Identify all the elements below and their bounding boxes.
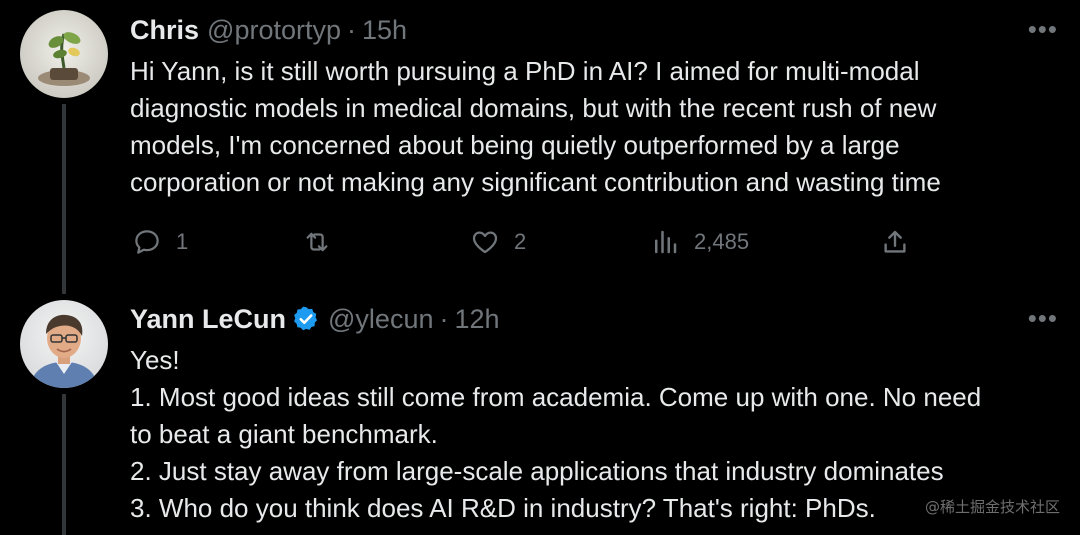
views-icon	[655, 230, 677, 254]
author-handle[interactable]: @ylecun	[328, 304, 433, 335]
tweet-text: Yes! 1. Most good ideas still come from …	[130, 345, 982, 523]
separator-dot: ·	[439, 303, 449, 334]
avatar-plant-image	[20, 10, 108, 98]
reply-icon	[135, 230, 159, 254]
tweet-actions: 1 2 2,485	[132, 222, 912, 262]
author-name[interactable]: Yann LeCun	[130, 304, 286, 335]
tweet-timestamp[interactable]: 12h	[454, 304, 499, 335]
author-handle[interactable]: @protortyp	[207, 15, 341, 46]
share-icon	[884, 230, 906, 253]
tweet-thread: Chris @protortyp · 15h ••• Hi Yann, is i…	[0, 0, 1080, 535]
more-options-icon[interactable]: •••	[1028, 303, 1058, 334]
reply-count: 1	[176, 229, 189, 254]
thread-connector	[62, 104, 66, 294]
watermark: @稀土掘金技术社区	[924, 498, 1060, 516]
thread-connector	[62, 394, 66, 535]
avatar-person-image	[20, 300, 108, 388]
tweet-timestamp[interactable]: 15h	[362, 15, 407, 46]
share-button[interactable]	[880, 222, 910, 262]
tweet-header: Yann LeCun @ylecun · 12h	[130, 301, 500, 337]
like-count: 2	[514, 229, 527, 254]
like-button[interactable]: 2	[470, 222, 526, 262]
retweet-icon	[306, 232, 328, 252]
views-button[interactable]: 2,485	[650, 222, 749, 262]
heart-icon	[472, 231, 498, 254]
retweet-button[interactable]	[302, 222, 346, 262]
separator-dot: ·	[347, 14, 356, 45]
tweet-text: Hi Yann, is it still worth pursuing a Ph…	[130, 56, 941, 197]
avatar[interactable]	[20, 300, 108, 388]
avatar[interactable]	[20, 10, 108, 98]
more-options-icon[interactable]: •••	[1028, 14, 1058, 45]
author-name[interactable]: Chris	[130, 15, 199, 46]
reply-button[interactable]: 1	[132, 222, 188, 262]
tweet-header: Chris @protortyp · 15h	[130, 12, 407, 48]
verified-badge-icon[interactable]	[292, 305, 320, 333]
views-count: 2,485	[694, 229, 750, 254]
